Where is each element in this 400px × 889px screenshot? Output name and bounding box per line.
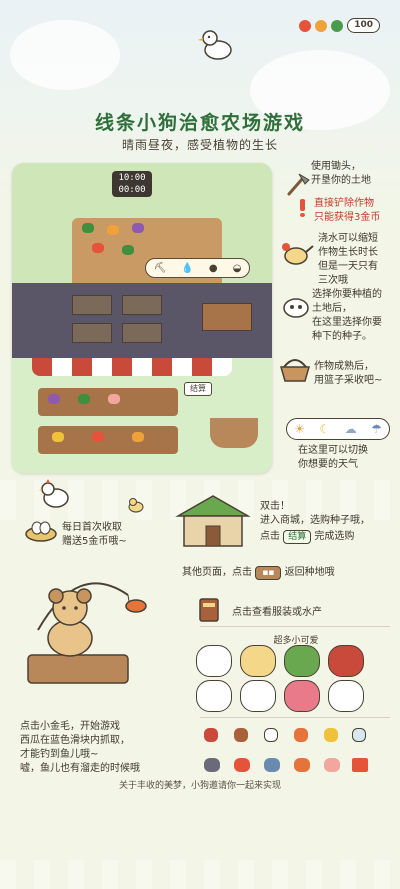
shop-click-text: 点击 <box>260 531 280 542</box>
farm-plot <box>122 323 162 343</box>
basket-icon[interactable]: ◒ <box>233 263 242 274</box>
background-fence <box>0 860 400 889</box>
game-preview: 10:00 00:00 ⛏ 💧 ● ◒ 结算 <box>12 163 272 473</box>
crop-icon <box>122 245 134 255</box>
dog-character-icon <box>284 680 320 712</box>
game-clock: 10:00 00:00 <box>112 171 152 197</box>
book-instruction: 点击查看服装或水产 <box>232 607 322 618</box>
return-prefix-text: 其他页面，点击 <box>182 567 252 578</box>
moon-icon[interactable]: ☾ <box>319 422 330 436</box>
shop-suffix-text: 完成选购 <box>314 531 355 542</box>
background-cloud <box>10 20 120 90</box>
footer-text: 关于丰收的美梦，小狗邀请你一起来实现 <box>118 781 281 791</box>
water-instruction: 浇水可以缩短 作物生长时长 但是一天只有 三次哦 <box>318 233 378 286</box>
divider <box>200 717 390 718</box>
fishing-dog-illustration[interactable] <box>18 560 158 690</box>
watering-can-icon <box>282 243 314 265</box>
starfish-icon <box>352 758 368 772</box>
egg-nest-icon <box>25 521 57 542</box>
weather-switcher[interactable]: ☀ ☾ ☁ ☂ <box>286 418 390 440</box>
basket-icon <box>280 359 310 382</box>
dog-icon <box>331 19 344 32</box>
water-icon[interactable]: 💧 <box>181 263 193 274</box>
crop-icon <box>82 223 94 233</box>
market-awning <box>32 358 232 376</box>
checkout-button-sample: 结算 <box>283 530 312 544</box>
shop-instruction-text: 双击！ 进入商城，选购种子哦， <box>260 501 370 526</box>
clownfish-icon <box>294 758 310 772</box>
hoe-icon <box>287 173 310 196</box>
top-status-bar: 100 <box>299 18 380 33</box>
shop-house-icon[interactable] <box>174 492 252 550</box>
weather-instruction: 在这里可以切换 你想要的天气 <box>298 445 368 470</box>
wood-raft <box>202 303 252 331</box>
shovel-instruction: 直接铲除作物 只能获得3金币 <box>314 198 381 223</box>
seed-icon[interactable]: ● <box>209 263 218 274</box>
market-scene: 结算 <box>12 358 272 473</box>
fishbone-icon <box>294 728 308 742</box>
box-icon <box>324 728 338 742</box>
page-title: 线条小狗治愈农场游戏 <box>94 112 305 134</box>
page-subtitle: 晴雨昼夜，感受植物的生长 <box>121 138 278 152</box>
crop-icon <box>107 225 119 235</box>
shrimp-icon <box>204 758 220 772</box>
crop-icon <box>132 223 144 233</box>
tool-bar: ⛏ 💧 ● ◒ <box>145 258 250 278</box>
basket-icon <box>210 418 258 448</box>
sunflower-icon <box>132 432 144 442</box>
dog-character-icon <box>240 680 276 712</box>
dog-character-icon <box>328 645 364 677</box>
signal-icon <box>315 19 328 32</box>
harvest-instruction: 作物成熟后， 用篮子采收吧~ <box>314 361 383 386</box>
sun-icon[interactable]: ☀ <box>294 422 305 436</box>
farm-rain-scene <box>12 283 272 358</box>
crop-icon <box>92 243 104 253</box>
strawberry-icon <box>92 432 104 442</box>
dog-character-icon <box>240 645 276 677</box>
daily-reward-instruction: 每日首次收取 赠送5金币哦~ <box>62 522 127 547</box>
chicken-icon <box>39 479 69 508</box>
farm-plot <box>72 323 112 343</box>
book-icon[interactable] <box>198 597 220 623</box>
shell-icon <box>324 758 340 772</box>
hoe-instruction: 使用锄头， 开垦你的土地 <box>311 161 371 186</box>
fishing-instruction: 点击小金毛，开始游戏 西瓜在蓝色滑块内抓取， 才能钓到鱼儿哦~ 嘘，鱼儿也有溜走… <box>20 721 140 774</box>
checkout-button[interactable]: 结算 <box>184 382 212 396</box>
apple-icon <box>299 19 312 32</box>
fish-icon <box>264 758 280 772</box>
crab-icon <box>234 758 250 772</box>
dog-character-icon <box>196 645 232 677</box>
return-instruction: 其他页面，点击 ▪▪ 返回种地哦 <box>182 566 335 580</box>
duck-icon <box>198 30 232 60</box>
farm-plot <box>72 295 112 315</box>
seed-bag-icon <box>283 298 309 318</box>
chick-icon <box>128 498 144 513</box>
hoe-icon[interactable]: ⛏ <box>154 263 167 274</box>
warning-icon <box>300 199 306 217</box>
return-suffix-text: 返回种地哦 <box>284 567 335 578</box>
divider <box>200 626 390 627</box>
farm-plot <box>122 295 162 315</box>
cloud-sun-icon[interactable]: ☁ <box>345 422 357 436</box>
dog-character-icon <box>284 645 320 677</box>
clock-timer: 00:00 <box>118 185 146 195</box>
peach-icon <box>108 394 120 404</box>
dog-character-icon <box>328 680 364 712</box>
bone-icon <box>264 728 278 742</box>
grape-icon <box>48 394 60 404</box>
farm-day-scene: 10:00 00:00 ⛏ 💧 ● ◒ <box>12 163 272 288</box>
dog-character-icon <box>196 680 232 712</box>
coin-counter: 100 <box>347 18 380 33</box>
shop-instruction: 双击！ 进入商城，选购种子哦， 点击 结算 完成选购 <box>260 500 370 544</box>
bag-icon <box>352 728 366 742</box>
field-return-icon: ▪▪ <box>255 566 282 580</box>
clock-time: 10:00 <box>118 173 146 183</box>
melon-icon <box>78 394 90 404</box>
rain-icon[interactable]: ☂ <box>371 422 382 436</box>
shell-icon <box>204 728 218 742</box>
seed-instruction: 选择你要种植的 土地后， 在这里选择你要 种下的种子。 <box>312 289 382 342</box>
flower-icon <box>52 432 64 442</box>
jar-icon <box>234 728 248 742</box>
